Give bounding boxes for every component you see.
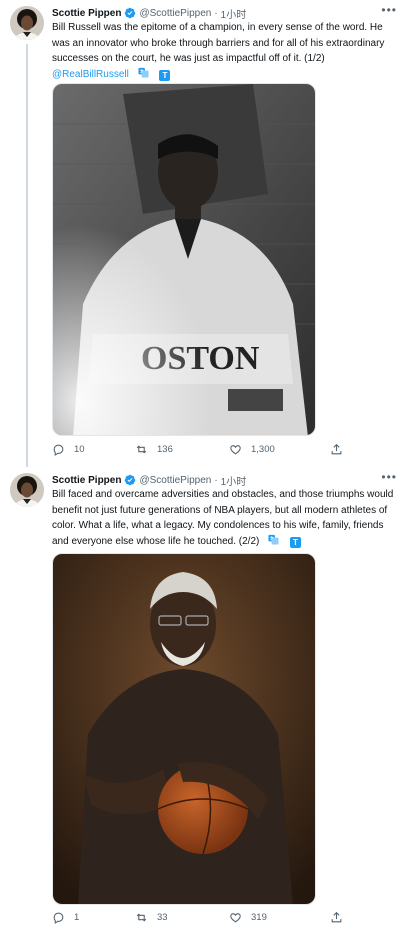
tweet-text: Bill Russell was the epitome of a champi…	[52, 22, 385, 64]
translate-icon[interactable]: T	[289, 536, 301, 548]
action-bar: 1 33 319	[52, 911, 352, 927]
retweet-button[interactable]: 136	[135, 443, 173, 456]
author-name[interactable]: Scottie Pippen	[52, 475, 121, 486]
author-handle[interactable]: @ScottiePippen	[139, 475, 211, 486]
retweet-count: 33	[157, 912, 168, 923]
reply-icon	[53, 912, 64, 924]
tweet-text-container: Bill faced and overcame adversities and …	[52, 487, 400, 549]
retweet-button[interactable]: 33	[135, 911, 168, 924]
timestamp[interactable]: 1小时	[221, 6, 247, 21]
reply-button[interactable]: 10	[52, 443, 85, 456]
avatar[interactable]	[10, 6, 44, 40]
separator-dot: ·	[214, 474, 218, 486]
tweet-text: Bill faced and overcame adversities and …	[52, 489, 394, 547]
translate-icon[interactable]: T	[159, 69, 171, 81]
author-name[interactable]: Scottie Pippen	[52, 8, 121, 19]
separator-dot: ·	[214, 7, 218, 19]
like-count: 319	[251, 912, 267, 923]
retweet-icon	[136, 913, 147, 922]
retweet-count: 136	[157, 444, 173, 455]
tweet-photo[interactable]	[52, 553, 316, 905]
author-handle[interactable]: @ScottiePippen	[139, 8, 211, 19]
like-icon	[230, 913, 241, 923]
more-icon[interactable]: •••	[381, 3, 397, 17]
like-icon	[230, 445, 241, 455]
tweet-photo[interactable]: OSTON	[52, 83, 316, 436]
tweet-header: Scottie Pippen @ScottiePippen · 1小时 •••	[52, 470, 397, 488]
tweet-text-container: Bill Russell was the epitome of a champi…	[52, 20, 400, 82]
like-button[interactable]: 1,300	[229, 443, 275, 456]
tweet-header: Scottie Pippen @ScottiePippen · 1小时 •••	[52, 3, 397, 21]
translate-icon[interactable]	[138, 67, 149, 78]
avatar[interactable]	[10, 473, 44, 507]
verified-badge-icon	[124, 474, 136, 486]
translate-icon[interactable]	[268, 534, 279, 545]
share-icon	[331, 443, 342, 455]
share-button[interactable]	[330, 911, 352, 924]
action-bar: 10 136 1,300	[52, 443, 352, 459]
timestamp[interactable]: 1小时	[221, 473, 247, 488]
like-count: 1,300	[251, 444, 275, 455]
tweet-1[interactable]: Scottie Pippen @ScottiePippen · 1小时 ••• …	[0, 0, 407, 467]
retweet-icon	[136, 445, 147, 454]
like-button[interactable]: 319	[229, 911, 267, 924]
verified-badge-icon	[124, 7, 136, 19]
reply-count: 10	[74, 444, 85, 455]
reply-count: 1	[74, 912, 80, 923]
reply-button[interactable]: 1	[52, 911, 79, 924]
share-icon	[331, 911, 342, 923]
mention-link[interactable]: @RealBillRussell	[52, 69, 129, 80]
thread-line	[26, 44, 28, 467]
reply-icon	[53, 444, 64, 456]
more-icon[interactable]: •••	[381, 470, 397, 484]
share-button[interactable]	[330, 443, 352, 456]
tweet-2[interactable]: Scottie Pippen @ScottiePippen · 1小时 ••• …	[0, 467, 407, 933]
